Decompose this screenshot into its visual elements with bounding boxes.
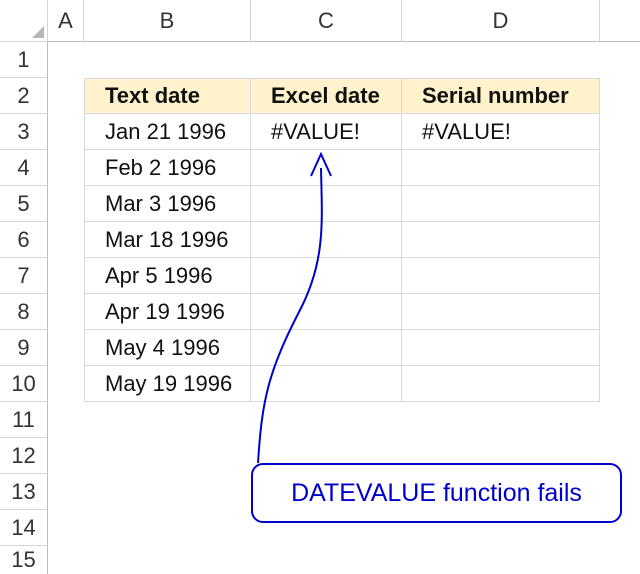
cell-d3[interactable]: #VALUE! (402, 114, 600, 150)
select-all-corner[interactable] (0, 0, 48, 42)
header-cell-excel-date[interactable]: Excel date (251, 78, 402, 114)
row-header-4[interactable]: 4 (0, 150, 48, 186)
row-header-6[interactable]: 6 (0, 222, 48, 258)
row-header-1[interactable]: 1 (0, 42, 48, 78)
cell-b9[interactable]: May 4 1996 (84, 330, 251, 366)
row-header-5[interactable]: 5 (0, 186, 48, 222)
cell-b3[interactable]: Jan 21 1996 (84, 114, 251, 150)
header-cell-text-date[interactable]: Text date (84, 78, 251, 114)
callout-text: DATEVALUE function fails (291, 478, 582, 507)
column-header-c[interactable]: C (251, 0, 402, 42)
row-header-9[interactable]: 9 (0, 330, 48, 366)
select-all-triangle-icon (32, 26, 44, 38)
cell-b10[interactable]: May 19 1996 (84, 366, 251, 402)
cell-c10[interactable] (251, 366, 402, 402)
row-header-13[interactable]: 13 (0, 474, 48, 510)
cell-c4[interactable] (251, 150, 402, 186)
row-header-14[interactable]: 14 (0, 510, 48, 546)
cell-c7[interactable] (251, 258, 402, 294)
cell-d9[interactable] (402, 330, 600, 366)
cell-d4[interactable] (402, 150, 600, 186)
cell-b5[interactable]: Mar 3 1996 (84, 186, 251, 222)
cell-c6[interactable] (251, 222, 402, 258)
row-header-10[interactable]: 10 (0, 366, 48, 402)
cell-c9[interactable] (251, 330, 402, 366)
row-header-8[interactable]: 8 (0, 294, 48, 330)
header-cell-serial-number[interactable]: Serial number (402, 78, 600, 114)
row-header-7[interactable]: 7 (0, 258, 48, 294)
cell-d5[interactable] (402, 186, 600, 222)
row-header-11[interactable]: 11 (0, 402, 48, 438)
cell-d8[interactable] (402, 294, 600, 330)
cell-c5[interactable] (251, 186, 402, 222)
row-header-3[interactable]: 3 (0, 114, 48, 150)
column-header-e[interactable] (600, 0, 640, 42)
cell-c8[interactable] (251, 294, 402, 330)
annotation-callout: DATEVALUE function fails (251, 463, 622, 523)
cell-d10[interactable] (402, 366, 600, 402)
cell-b7[interactable]: Apr 5 1996 (84, 258, 251, 294)
column-header-a[interactable]: A (48, 0, 84, 42)
row-header-15[interactable]: 15 (0, 546, 48, 574)
cell-b8[interactable]: Apr 19 1996 (84, 294, 251, 330)
row-header-12[interactable]: 12 (0, 438, 48, 474)
cell-b4[interactable]: Feb 2 1996 (84, 150, 251, 186)
column-header-d[interactable]: D (402, 0, 600, 42)
cell-d6[interactable] (402, 222, 600, 258)
cell-b6[interactable]: Mar 18 1996 (84, 222, 251, 258)
cell-d7[interactable] (402, 258, 600, 294)
column-header-b[interactable]: B (84, 0, 251, 42)
row-header-2[interactable]: 2 (0, 78, 48, 114)
cell-c3[interactable]: #VALUE! (251, 114, 402, 150)
